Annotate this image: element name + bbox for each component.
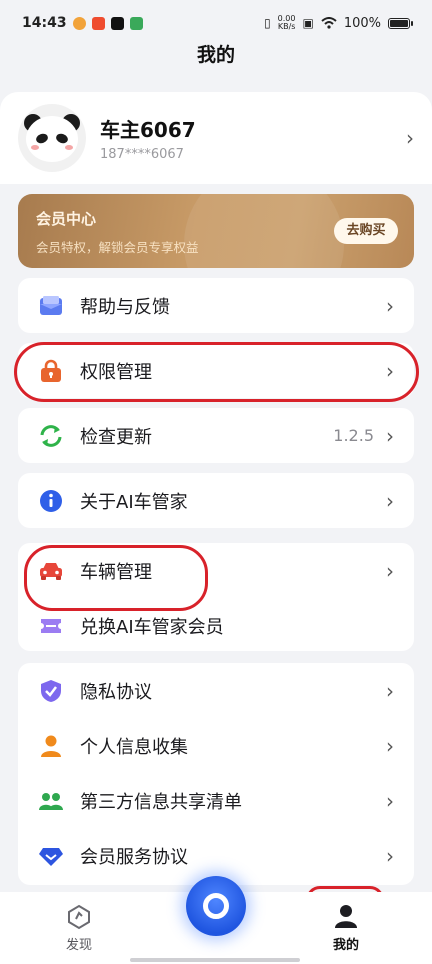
about-card: 关于AI车管家 › xyxy=(18,473,414,528)
chevron-right-icon: › xyxy=(386,558,394,583)
vibrate-icon: ▯ xyxy=(264,16,271,30)
ai-assistant-button[interactable] xyxy=(186,876,246,936)
chevron-right-icon: › xyxy=(386,788,394,813)
group-icon xyxy=(38,788,64,814)
menu-item-help[interactable]: 帮助与反馈 › xyxy=(18,278,414,333)
menu-item-redeem[interactable]: 兑换AI车管家会员 xyxy=(18,598,414,653)
person-icon xyxy=(38,733,64,759)
chevron-right-icon: › xyxy=(386,678,394,703)
profile-header[interactable]: 车主6067 187****6067 › xyxy=(0,92,432,184)
person-icon xyxy=(335,905,357,928)
avatar[interactable] xyxy=(18,104,86,172)
menu-item-member-agreement[interactable]: 会员服务协议 › xyxy=(18,828,414,883)
tab-discover[interactable]: 发现 xyxy=(66,904,92,953)
menu-label-about: 关于AI车管家 xyxy=(80,491,188,513)
menu-item-update[interactable]: 检查更新 1.2.5 › xyxy=(18,408,414,463)
tab-bar: 发现 我的 xyxy=(0,876,432,964)
panda-cheek xyxy=(31,145,39,150)
menu-label-privacy: 隐私协议 xyxy=(80,681,152,703)
car-icon xyxy=(38,558,64,584)
wifi-icon xyxy=(321,17,337,29)
ai-ring-icon xyxy=(203,893,229,919)
profile-phone: 187****6067 xyxy=(100,147,184,162)
update-card: 检查更新 1.2.5 › xyxy=(18,408,414,463)
home-indicator[interactable] xyxy=(130,958,300,962)
lock-icon xyxy=(38,358,64,384)
app-icon xyxy=(91,16,105,30)
menu-label-help: 帮助与反馈 xyxy=(80,296,170,318)
battery-percent: 100% xyxy=(343,15,381,31)
status-right: ▯ 0.00 KB/s ▣ 100% xyxy=(264,15,413,31)
agreements-card: 隐私协议 › 个人信息收集 › 第三方信息共享清单 › 会员服务协议 › xyxy=(18,663,414,885)
sim-icon: ▣ xyxy=(302,16,314,30)
member-center-card[interactable]: 会员中心 会员特权，解锁会员专享权益 去购买 xyxy=(18,194,414,268)
tab-label-discover: 发现 xyxy=(66,938,93,953)
page-title: 我的 xyxy=(196,44,235,66)
status-time: 14:43 xyxy=(22,15,67,31)
diamond-icon xyxy=(38,843,64,869)
chevron-right-icon: › xyxy=(386,423,394,448)
version-value: 1.2.5 xyxy=(333,426,374,445)
tab-mine[interactable]: 我的 xyxy=(332,902,360,953)
net-speed-unit: KB/s xyxy=(277,22,296,31)
help-card: 帮助与反馈 › xyxy=(18,278,414,333)
vehicle-card: 车辆管理 › 兑换AI车管家会员 xyxy=(18,543,414,651)
chevron-right-icon: › xyxy=(386,358,394,383)
compass-icon xyxy=(68,904,90,930)
chevron-right-icon: › xyxy=(386,733,394,758)
battery-icon xyxy=(388,17,413,29)
chevron-right-icon: › xyxy=(386,843,394,868)
status-left: 14:43 xyxy=(22,15,143,31)
permission-card: 权限管理 › xyxy=(18,343,414,398)
buy-button[interactable]: 去购买 xyxy=(334,218,398,244)
menu-item-personal-info[interactable]: 个人信息收集 › xyxy=(18,718,414,773)
menu-label-member-agreement: 会员服务协议 xyxy=(80,846,188,868)
info-icon xyxy=(38,488,64,514)
panda-face xyxy=(26,116,78,162)
menu-label-permission: 权限管理 xyxy=(80,361,152,383)
menu-label-personal-info: 个人信息收集 xyxy=(80,736,188,758)
menu-item-vehicle[interactable]: 车辆管理 › xyxy=(18,543,414,598)
mail-icon xyxy=(38,293,64,319)
net-speed: 0.00 KB/s xyxy=(278,15,296,31)
menu-label-update: 检查更新 xyxy=(80,426,152,448)
ticket-icon xyxy=(38,613,64,639)
chevron-right-icon: › xyxy=(386,293,394,318)
menu-label-third-party: 第三方信息共享清单 xyxy=(80,791,242,813)
tab-label-mine: 我的 xyxy=(332,938,359,953)
menu-label-redeem: 兑换AI车管家会员 xyxy=(80,616,224,638)
refresh-icon xyxy=(38,423,64,449)
chevron-right-icon: › xyxy=(406,126,414,150)
weibo-icon xyxy=(72,16,86,30)
app-icon xyxy=(129,16,143,30)
tiktok-icon xyxy=(110,16,124,30)
menu-item-privacy[interactable]: 隐私协议 › xyxy=(18,663,414,718)
menu-label-vehicle: 车辆管理 xyxy=(80,561,152,583)
shield-icon xyxy=(38,678,64,704)
menu-item-about[interactable]: 关于AI车管家 › xyxy=(18,473,414,528)
profile-text: 车主6067 187****6067 xyxy=(100,114,406,162)
menu-item-permission[interactable]: 权限管理 › xyxy=(18,343,414,398)
panda-cheek xyxy=(65,145,73,150)
profile-name: 车主6067 xyxy=(100,118,196,142)
chevron-right-icon: › xyxy=(386,488,394,513)
menu-item-third-party[interactable]: 第三方信息共享清单 › xyxy=(18,773,414,828)
